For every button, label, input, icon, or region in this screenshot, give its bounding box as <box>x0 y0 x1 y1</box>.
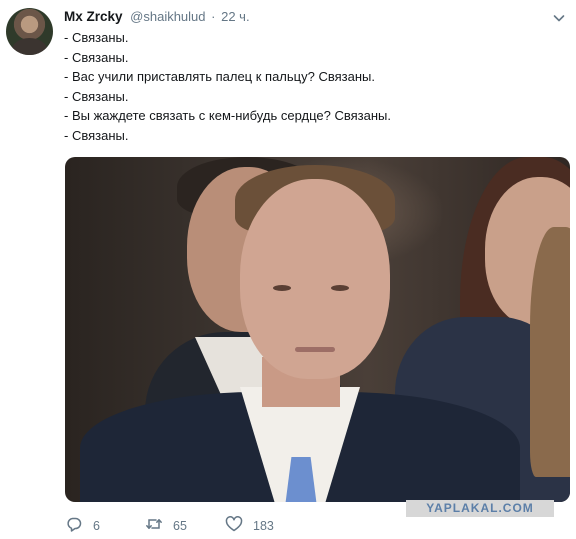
retweet-button[interactable]: 65 <box>145 516 187 536</box>
photo-eye <box>331 285 349 291</box>
tweet-timestamp[interactable]: 22 ч. <box>221 9 249 24</box>
avatar-figure <box>12 38 47 55</box>
tweet-line: - Связаны. <box>64 127 129 143</box>
display-name[interactable]: Mx Zrcky <box>64 9 123 24</box>
tweet-line: - Связаны. <box>64 88 129 104</box>
tweet-text: - Связаны. - Связаны. - Вас учили приста… <box>64 28 564 145</box>
retweet-count: 65 <box>173 519 187 533</box>
tweet-actions: 6 65 183 <box>65 515 365 538</box>
tweet-line: - Связаны. <box>64 49 129 65</box>
like-count: 183 <box>253 519 274 533</box>
avatar[interactable] <box>6 8 53 55</box>
photo-mouth <box>295 347 335 352</box>
tweet-line: - Вы жаждете связать с кем-нибудь сердце… <box>64 108 391 123</box>
tweet: Mx Zrcky @shaikhulud · 22 ч. - Связаны. … <box>0 0 576 539</box>
tweet-line: - Вас учили приставлять палец к пальцу? … <box>64 69 375 84</box>
tweet-line: - Связаны. <box>64 30 129 45</box>
photo-hair <box>530 227 570 477</box>
like-button[interactable]: 183 <box>225 515 274 538</box>
heart-icon <box>225 515 243 538</box>
reply-button[interactable]: 6 <box>65 516 100 536</box>
retweet-icon <box>145 515 163 538</box>
tweet-photo[interactable] <box>65 157 570 502</box>
photo-eye <box>273 285 291 291</box>
separator-dot: · <box>211 9 216 24</box>
tweet-header: Mx Zrcky @shaikhulud · 22 ч. <box>64 9 250 24</box>
chevron-down-icon[interactable] <box>553 11 565 23</box>
watermark: YAPLAKAL.COM <box>406 500 554 517</box>
reply-icon <box>65 515 83 538</box>
reply-count: 6 <box>93 519 100 533</box>
user-handle[interactable]: @shaikhulud <box>130 9 205 24</box>
